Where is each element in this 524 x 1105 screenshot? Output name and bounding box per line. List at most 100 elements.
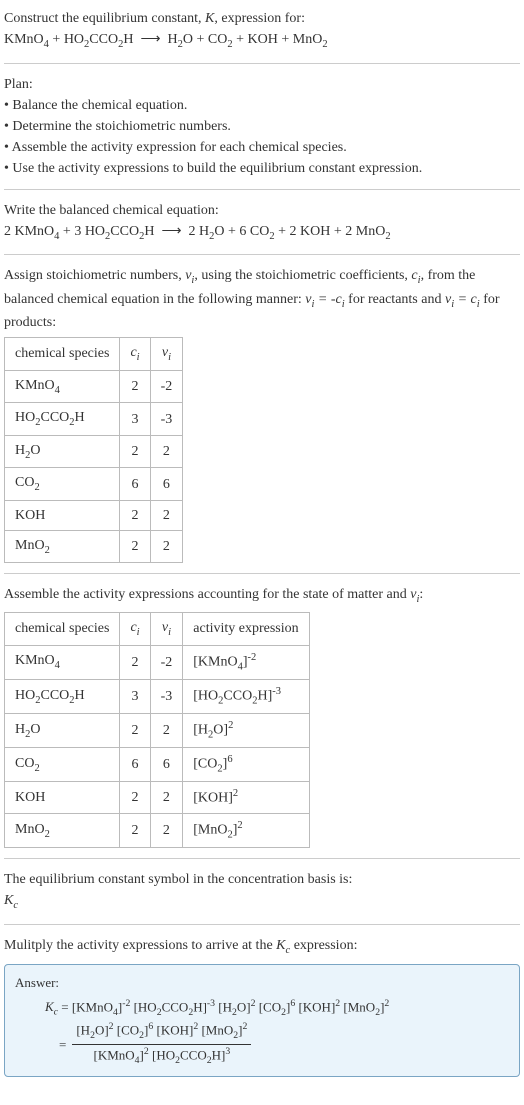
- cell-c: 2: [120, 645, 150, 679]
- cell-species: KOH: [5, 500, 120, 530]
- cell-c: 3: [120, 679, 150, 713]
- cell-v: 2: [150, 500, 183, 530]
- multiply-line: Mulitply the activity expressions to arr…: [4, 935, 520, 959]
- intro-text: , expression for:: [214, 11, 305, 26]
- intro-block: Construct the equilibrium constant, K, e…: [4, 8, 520, 53]
- cell-species: H2O: [5, 713, 120, 747]
- divider: [4, 924, 520, 925]
- cell-activity: [HO2CCO2H]-3: [183, 679, 309, 713]
- cell-v: -3: [150, 403, 183, 436]
- kc-symbol-block: The equilibrium constant symbol in the c…: [4, 869, 520, 914]
- rel: νi = -ci: [305, 292, 344, 307]
- cell-species: CO2: [5, 748, 120, 782]
- plan-item: • Determine the stoichiometric numbers.: [4, 116, 520, 137]
- text: :: [419, 587, 423, 602]
- cell-c: 2: [120, 713, 150, 747]
- table-row: CO266[CO2]6: [5, 748, 310, 782]
- cell-c: 2: [120, 814, 150, 848]
- text: Assign stoichiometric numbers,: [4, 268, 185, 283]
- cell-species: MnO2: [5, 814, 120, 848]
- cell-c: 2: [120, 782, 150, 814]
- cell-c: 6: [120, 468, 150, 501]
- cell-activity: [KOH]2: [183, 782, 309, 814]
- cell-species: HO2CCO2H: [5, 679, 120, 713]
- cell-species: HO2CCO2H: [5, 403, 120, 436]
- divider: [4, 63, 520, 64]
- kc-line: The equilibrium constant symbol in the c…: [4, 869, 520, 890]
- plan-title: Plan:: [4, 74, 520, 95]
- balanced-title: Write the balanced chemical equation:: [4, 200, 520, 221]
- table-row: KMnO42-2[KMnO4]-2: [5, 645, 310, 679]
- plan-item: • Balance the chemical equation.: [4, 95, 520, 116]
- kc-symbol: Kc: [4, 890, 520, 914]
- table-row: H2O22: [5, 435, 183, 468]
- text: for reactants and: [345, 292, 445, 307]
- cell-c: 2: [120, 435, 150, 468]
- cell-c: 6: [120, 748, 150, 782]
- balanced-block: Write the balanced chemical equation: 2 …: [4, 200, 520, 245]
- plan-block: Plan: • Balance the chemical equation. •…: [4, 74, 520, 179]
- cell-v: 2: [150, 435, 183, 468]
- cell-species: KOH: [5, 782, 120, 814]
- multiply-block: Mulitply the activity expressions to arr…: [4, 935, 520, 1078]
- table-header-row: chemical species ci νi activity expressi…: [5, 613, 310, 646]
- intro-text: Construct the equilibrium constant,: [4, 11, 205, 26]
- col-species: chemical species: [5, 338, 120, 371]
- table-row: MnO222[MnO2]2: [5, 814, 310, 848]
- table-row: HO2CCO2H3-3: [5, 403, 183, 436]
- cell-species: MnO2: [5, 530, 120, 563]
- activity-intro: Assemble the activity expressions accoun…: [4, 584, 520, 608]
- col-activity: activity expression: [183, 613, 309, 646]
- divider: [4, 573, 520, 574]
- cell-activity: [CO2]6: [183, 748, 309, 782]
- answer-equation-line2: = [H2O]2 [CO2]6 [KOH]2 [MnO2]2 [KMnO4]2 …: [15, 1020, 251, 1068]
- answer-equation-line1: Kc = [KMnO4]-2 [HO2CCO2H]-3 [H2O]2 [CO2]…: [15, 997, 509, 1021]
- fraction: [H2O]2 [CO2]6 [KOH]2 [MnO2]2 [KMnO4]2 [H…: [72, 1020, 251, 1068]
- table-row: MnO222: [5, 530, 183, 563]
- cell-c: 2: [120, 500, 150, 530]
- c-symbol: ci: [411, 268, 420, 283]
- divider: [4, 189, 520, 190]
- activity-table: chemical species ci νi activity expressi…: [4, 612, 310, 848]
- cell-species: CO2: [5, 468, 120, 501]
- cell-activity: [MnO2]2: [183, 814, 309, 848]
- kc-symbol: Kc: [276, 938, 290, 953]
- cell-v: 2: [150, 530, 183, 563]
- cell-v: 6: [150, 748, 183, 782]
- plan-item: • Use the activity expressions to build …: [4, 158, 520, 179]
- stoich-intro: Assign stoichiometric numbers, νi, using…: [4, 265, 520, 333]
- col-ci: ci: [120, 613, 150, 646]
- cell-v: 2: [150, 713, 183, 747]
- table-row: H2O22[H2O]2: [5, 713, 310, 747]
- cell-activity: [KMnO4]-2: [183, 645, 309, 679]
- stoich-block: Assign stoichiometric numbers, νi, using…: [4, 265, 520, 563]
- col-vi: νi: [150, 338, 183, 371]
- divider: [4, 254, 520, 255]
- numerator: [H2O]2 [CO2]6 [KOH]2 [MnO2]2: [72, 1020, 251, 1045]
- activity-block: Assemble the activity expressions accoun…: [4, 584, 520, 848]
- intro-line-1: Construct the equilibrium constant, K, e…: [4, 8, 520, 29]
- col-ci: ci: [120, 338, 150, 371]
- table-row: KMnO42-2: [5, 370, 183, 403]
- cell-species: KMnO4: [5, 370, 120, 403]
- table-row: KOH22: [5, 500, 183, 530]
- cell-v: -3: [150, 679, 183, 713]
- cell-v: 2: [150, 814, 183, 848]
- intro-k: K: [205, 11, 214, 26]
- kc-sub: c: [13, 900, 18, 911]
- table-row: CO266: [5, 468, 183, 501]
- balanced-equation: 2 KMnO4 + 3 HO2CCO2H ⟶ 2 H2O + 6 CO2 + 2…: [4, 221, 520, 245]
- cell-c: 2: [120, 370, 150, 403]
- reaction-arrow-icon: ⟶: [140, 29, 160, 50]
- cell-species: KMnO4: [5, 645, 120, 679]
- text: expression:: [290, 938, 357, 953]
- col-vi: νi: [150, 613, 183, 646]
- reaction-arrow-icon: ⟶: [161, 221, 181, 242]
- answer-box: Answer: Kc = [KMnO4]-2 [HO2CCO2H]-3 [H2O…: [4, 964, 520, 1077]
- nu-symbol: νi: [185, 268, 194, 283]
- denominator: [KMnO4]2 [HO2CCO2H]3: [72, 1045, 251, 1069]
- cell-species: H2O: [5, 435, 120, 468]
- text: Mulitply the activity expressions to arr…: [4, 938, 276, 953]
- answer-label: Answer:: [15, 973, 509, 993]
- cell-c: 2: [120, 530, 150, 563]
